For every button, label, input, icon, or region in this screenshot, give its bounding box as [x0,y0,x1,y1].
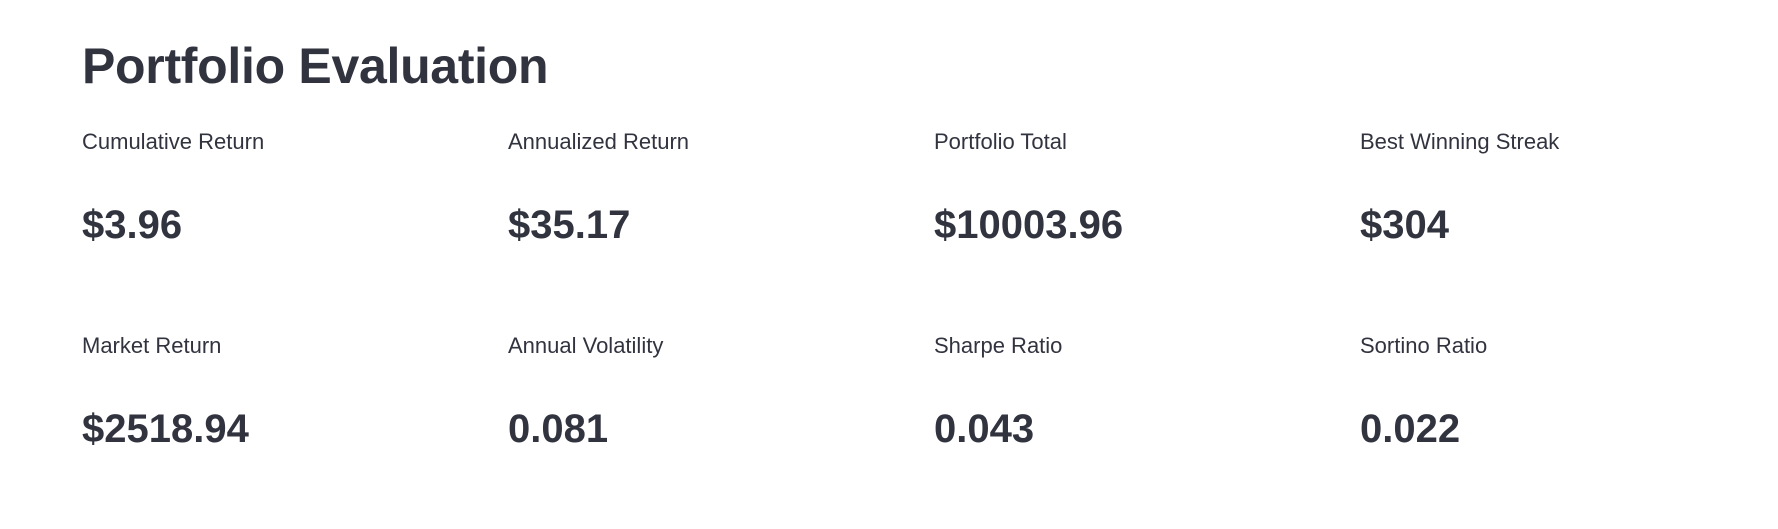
metric-sharpe-ratio: Sharpe Ratio 0.043 [934,332,1360,482]
metric-cumulative-return: Cumulative Return $3.96 [82,128,508,332]
metric-label: Annualized Return [508,129,690,154]
metric-market-return: Market Return $2518.94 [82,332,508,482]
metric-value: $35.17 [508,203,631,247]
metric-value: 0.022 [1360,407,1461,451]
metric-value: $10003.96 [934,203,1124,247]
metric-value: 0.081 [508,407,609,451]
metric-label: Sharpe Ratio [934,333,1063,358]
metric-best-winning-streak: Best Winning Streak $304 [1360,128,1778,332]
metric-sortino-ratio: Sortino Ratio 0.022 [1360,332,1778,482]
metric-annual-volatility: Annual Volatility 0.081 [508,332,934,482]
metric-portfolio-total: Portfolio Total $10003.96 [934,128,1360,332]
metric-label: Annual Volatility [508,333,664,358]
portfolio-evaluation-page: Portfolio Evaluation Cumulative Return $… [82,0,1778,529]
metric-label: Market Return [82,333,222,358]
metric-value: $304 [1360,203,1449,247]
metric-value: $3.96 [82,203,183,247]
metric-value: $2518.94 [82,407,249,451]
page-title: Portfolio Evaluation [82,38,549,94]
metric-label: Portfolio Total [934,129,1067,154]
metric-label: Best Winning Streak [1360,129,1560,154]
metric-label: Sortino Ratio [1360,333,1488,358]
metric-value: 0.043 [934,407,1035,451]
metric-annualized-return: Annualized Return $35.17 [508,128,934,332]
metric-label: Cumulative Return [82,129,265,154]
metrics-grid: Cumulative Return $3.96 Annualized Retur… [82,128,1778,482]
